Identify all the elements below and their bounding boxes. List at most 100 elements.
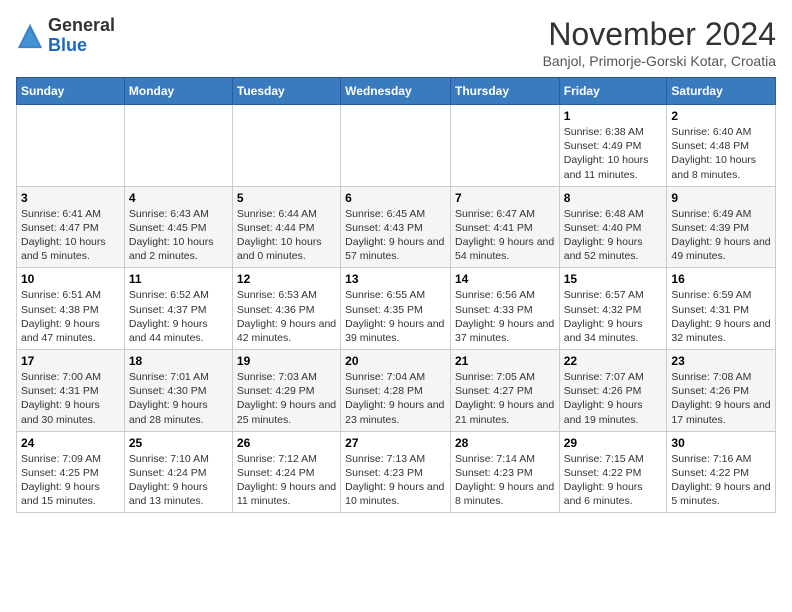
day-info: Sunrise: 6:47 AM Sunset: 4:41 PM Dayligh… <box>455 207 555 264</box>
day-number: 14 <box>455 272 555 286</box>
day-info: Sunrise: 6:45 AM Sunset: 4:43 PM Dayligh… <box>345 207 446 264</box>
day-info: Sunrise: 6:59 AM Sunset: 4:31 PM Dayligh… <box>671 288 771 345</box>
weekday-header: Thursday <box>450 78 559 105</box>
day-number: 29 <box>564 436 663 450</box>
calendar-cell: 22 Sunrise: 7:07 AM Sunset: 4:26 PM Dayli… <box>559 350 667 432</box>
calendar-cell: 27 Sunrise: 7:13 AM Sunset: 4:23 PM Dayli… <box>341 431 451 513</box>
logo-general: General <box>48 15 115 35</box>
day-info: Sunrise: 7:13 AM Sunset: 4:23 PM Dayligh… <box>345 452 446 509</box>
logo-icon <box>16 22 44 50</box>
calendar-table: SundayMondayTuesdayWednesdayThursdayFrid… <box>16 77 776 513</box>
day-number: 15 <box>564 272 663 286</box>
day-info: Sunrise: 7:03 AM Sunset: 4:29 PM Dayligh… <box>237 370 336 427</box>
day-info: Sunrise: 7:12 AM Sunset: 4:24 PM Dayligh… <box>237 452 336 509</box>
day-number: 25 <box>129 436 228 450</box>
calendar-cell: 20Sunrise: 7:04 AM Sunset: 4:28 PM Dayli… <box>341 350 451 432</box>
day-number: 18 <box>129 354 228 368</box>
day-info: Sunrise: 7:07 AM Sunset: 4:26 PM Dayligh… <box>564 370 663 427</box>
day-info: Sunrise: 6:51 AM Sunset: 4:38 PM Dayligh… <box>21 288 120 345</box>
day-info: Sunrise: 7:15 AM Sunset: 4:22 PM Dayligh… <box>564 452 663 509</box>
weekday-header: Saturday <box>667 78 776 105</box>
calendar-cell <box>450 105 559 187</box>
location-subtitle: Banjol, Primorje-Gorski Kotar, Croatia <box>543 53 776 69</box>
day-info: Sunrise: 6:49 AM Sunset: 4:39 PM Dayligh… <box>671 207 771 264</box>
calendar-cell: 15Sunrise: 6:57 AM Sunset: 4:32 PM Dayli… <box>559 268 667 350</box>
day-info: Sunrise: 6:40 AM Sunset: 4:48 PM Dayligh… <box>671 125 771 182</box>
title-block: November 2024 Banjol, Primorje-Gorski Ko… <box>543 16 776 69</box>
calendar-cell <box>341 105 451 187</box>
day-info: Sunrise: 7:14 AM Sunset: 4:23 PM Dayligh… <box>455 452 555 509</box>
weekday-header: Wednesday <box>341 78 451 105</box>
day-info: Sunrise: 6:43 AM Sunset: 4:45 PM Dayligh… <box>129 207 228 264</box>
weekday-header: Sunday <box>17 78 125 105</box>
day-info: Sunrise: 7:01 AM Sunset: 4:30 PM Dayligh… <box>129 370 228 427</box>
day-info: Sunrise: 7:08 AM Sunset: 4:26 PM Dayligh… <box>671 370 771 427</box>
calendar-cell: 3 Sunrise: 6:41 AM Sunset: 4:47 PM Daylig… <box>17 186 125 268</box>
day-number: 1 <box>564 109 663 123</box>
weekday-header: Tuesday <box>232 78 340 105</box>
day-number: 10 <box>21 272 120 286</box>
day-number: 8 <box>564 191 663 205</box>
day-number: 16 <box>671 272 771 286</box>
day-number: 26 <box>237 436 336 450</box>
day-info: Sunrise: 7:16 AM Sunset: 4:22 PM Dayligh… <box>671 452 771 509</box>
day-info: Sunrise: 6:53 AM Sunset: 4:36 PM Dayligh… <box>237 288 336 345</box>
month-title: November 2024 <box>543 16 776 53</box>
calendar-cell: 19 Sunrise: 7:03 AM Sunset: 4:29 PM Dayli… <box>232 350 340 432</box>
day-info: Sunrise: 6:55 AM Sunset: 4:35 PM Dayligh… <box>345 288 446 345</box>
calendar-cell: 24 Sunrise: 7:09 AM Sunset: 4:25 PM Dayli… <box>17 431 125 513</box>
calendar-cell: 21Sunrise: 7:05 AM Sunset: 4:27 PM Dayli… <box>450 350 559 432</box>
calendar-cell: 13 Sunrise: 6:55 AM Sunset: 4:35 PM Dayli… <box>341 268 451 350</box>
calendar-cell: 23 Sunrise: 7:08 AM Sunset: 4:26 PM Dayli… <box>667 350 776 432</box>
day-info: Sunrise: 6:44 AM Sunset: 4:44 PM Dayligh… <box>237 207 336 264</box>
day-number: 24 <box>21 436 120 450</box>
day-info: Sunrise: 6:41 AM Sunset: 4:47 PM Dayligh… <box>21 207 120 264</box>
day-number: 19 <box>237 354 336 368</box>
day-number: 9 <box>671 191 771 205</box>
weekday-header-row: SundayMondayTuesdayWednesdayThursdayFrid… <box>17 78 776 105</box>
day-number: 3 <box>21 191 120 205</box>
calendar-week-row: 3 Sunrise: 6:41 AM Sunset: 4:47 PM Daylig… <box>17 186 776 268</box>
weekday-header: Friday <box>559 78 667 105</box>
day-number: 20 <box>345 354 446 368</box>
calendar-cell: 6 Sunrise: 6:45 AM Sunset: 4:43 PM Daylig… <box>341 186 451 268</box>
day-info: Sunrise: 7:05 AM Sunset: 4:27 PM Dayligh… <box>455 370 555 427</box>
day-number: 5 <box>237 191 336 205</box>
day-number: 28 <box>455 436 555 450</box>
day-info: Sunrise: 6:52 AM Sunset: 4:37 PM Dayligh… <box>129 288 228 345</box>
calendar-cell: 7Sunrise: 6:47 AM Sunset: 4:41 PM Daylig… <box>450 186 559 268</box>
day-number: 2 <box>671 109 771 123</box>
calendar-week-row: 10 Sunrise: 6:51 AM Sunset: 4:38 PM Dayli… <box>17 268 776 350</box>
day-number: 23 <box>671 354 771 368</box>
day-info: Sunrise: 7:09 AM Sunset: 4:25 PM Dayligh… <box>21 452 120 509</box>
calendar-cell: 26 Sunrise: 7:12 AM Sunset: 4:24 PM Dayli… <box>232 431 340 513</box>
day-info: Sunrise: 7:00 AM Sunset: 4:31 PM Dayligh… <box>21 370 120 427</box>
day-number: 30 <box>671 436 771 450</box>
calendar-cell <box>232 105 340 187</box>
calendar-week-row: 17Sunrise: 7:00 AM Sunset: 4:31 PM Dayli… <box>17 350 776 432</box>
calendar-cell: 5 Sunrise: 6:44 AM Sunset: 4:44 PM Daylig… <box>232 186 340 268</box>
logo: General Blue <box>16 16 115 56</box>
calendar-cell: 11Sunrise: 6:52 AM Sunset: 4:37 PM Dayli… <box>124 268 232 350</box>
calendar-cell <box>124 105 232 187</box>
calendar-cell: 16 Sunrise: 6:59 AM Sunset: 4:31 PM Dayli… <box>667 268 776 350</box>
day-info: Sunrise: 6:38 AM Sunset: 4:49 PM Dayligh… <box>564 125 663 182</box>
calendar-cell: 25 Sunrise: 7:10 AM Sunset: 4:24 PM Dayli… <box>124 431 232 513</box>
day-number: 4 <box>129 191 228 205</box>
calendar-cell: 8 Sunrise: 6:48 AM Sunset: 4:40 PM Daylig… <box>559 186 667 268</box>
day-number: 6 <box>345 191 446 205</box>
day-info: Sunrise: 6:48 AM Sunset: 4:40 PM Dayligh… <box>564 207 663 264</box>
day-info: Sunrise: 6:56 AM Sunset: 4:33 PM Dayligh… <box>455 288 555 345</box>
calendar-cell: 18 Sunrise: 7:01 AM Sunset: 4:30 PM Dayli… <box>124 350 232 432</box>
calendar-cell: 12Sunrise: 6:53 AM Sunset: 4:36 PM Dayli… <box>232 268 340 350</box>
day-number: 27 <box>345 436 446 450</box>
calendar-cell: 17Sunrise: 7:00 AM Sunset: 4:31 PM Dayli… <box>17 350 125 432</box>
day-info: Sunrise: 7:10 AM Sunset: 4:24 PM Dayligh… <box>129 452 228 509</box>
calendar-cell: 14 Sunrise: 6:56 AM Sunset: 4:33 PM Dayli… <box>450 268 559 350</box>
calendar-cell: 30 Sunrise: 7:16 AM Sunset: 4:22 PM Dayli… <box>667 431 776 513</box>
page-header: General Blue November 2024 Banjol, Primo… <box>16 16 776 69</box>
day-number: 22 <box>564 354 663 368</box>
day-number: 13 <box>345 272 446 286</box>
calendar-week-row: 1 Sunrise: 6:38 AM Sunset: 4:49 PM Daylig… <box>17 105 776 187</box>
logo-text: General Blue <box>48 16 115 56</box>
